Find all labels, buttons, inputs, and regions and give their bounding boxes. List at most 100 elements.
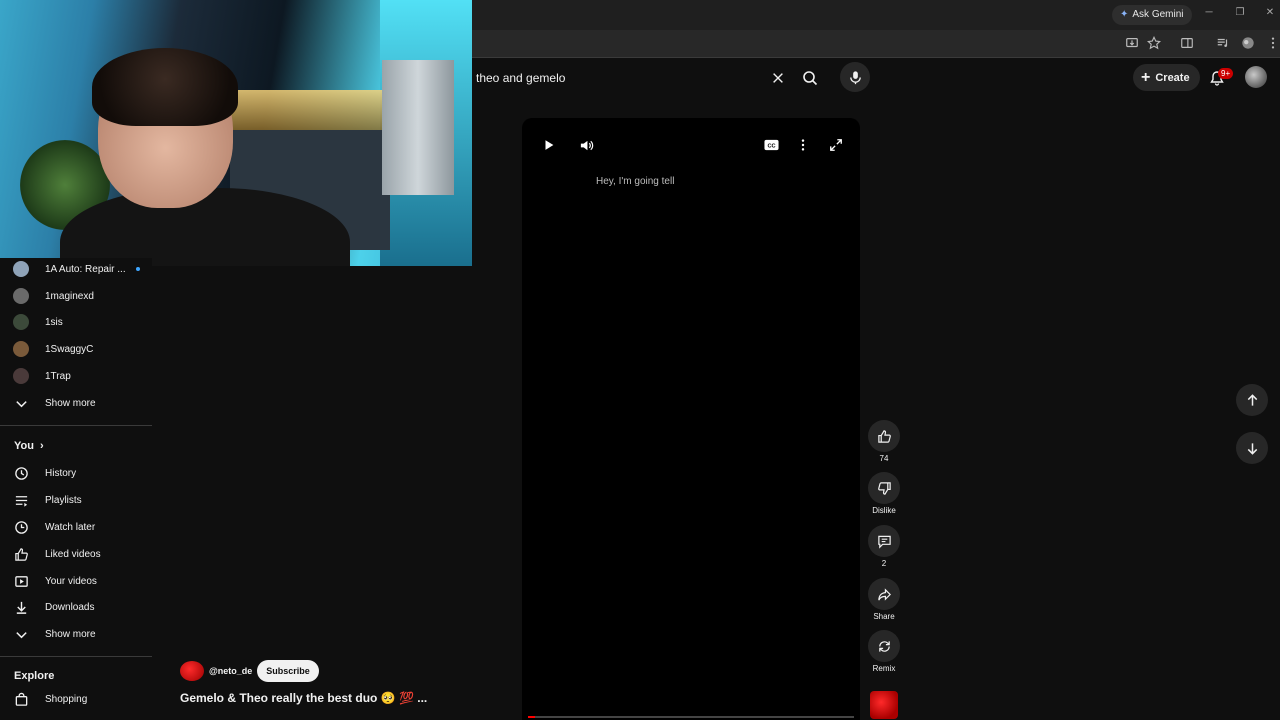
search-query-text: theo and gemelo (476, 71, 566, 85)
show-more-subscriptions-button[interactable]: Show more (0, 390, 152, 416)
thumbs-down-icon (868, 472, 900, 504)
webcam-overlay (0, 0, 472, 266)
sidebar-item-label: History (45, 467, 77, 479)
media-controls-icon[interactable] (1215, 35, 1231, 51)
install-app-icon[interactable] (1124, 35, 1140, 51)
microphone-icon[interactable] (840, 62, 870, 92)
channel-avatar (13, 314, 29, 330)
your-videos-icon (13, 573, 29, 589)
create-button[interactable]: + Create (1133, 64, 1200, 91)
like-button[interactable]: 74 (867, 420, 901, 463)
remix-label: Remix (872, 664, 896, 673)
like-count: 74 (879, 454, 889, 463)
notification-count-badge: 9+ (1218, 68, 1234, 79)
plus-icon: + (1141, 68, 1151, 86)
close-window-icon[interactable]: ✕ (1263, 7, 1277, 18)
svg-text:CC: CC (767, 143, 775, 149)
more-options-icon[interactable] (794, 134, 812, 156)
sidebar-divider (0, 425, 152, 426)
thumbs-up-icon (868, 420, 900, 452)
fullscreen-icon[interactable] (825, 134, 847, 156)
ask-gemini-button[interactable]: ✦ Ask Gemini (1112, 5, 1192, 25)
shopping-bag-icon (13, 691, 29, 707)
search-icon[interactable] (796, 64, 824, 92)
subscription-label: 1sis (45, 316, 63, 328)
sidebar-subscription-1maginexd[interactable]: 1maginexd (0, 283, 152, 309)
sidebar-item-label: Watch later (45, 521, 96, 533)
chevron-down-icon (13, 395, 29, 411)
video-title[interactable]: Gemelo & Theo really the best duo 🥺 💯 ..… (180, 691, 427, 705)
show-more-label: Show more (45, 397, 96, 409)
search-input[interactable]: theo and gemelo (472, 64, 796, 92)
channel-name[interactable]: @neto_de (209, 666, 252, 676)
dislike-label: Dislike (872, 506, 896, 515)
account-avatar[interactable] (1245, 66, 1267, 88)
show-more-label: Show more (45, 628, 96, 640)
sound-thumbnail[interactable] (870, 691, 898, 719)
comments-button[interactable]: 2 (867, 525, 901, 568)
remix-icon (868, 630, 900, 662)
profile-icon[interactable] (1240, 35, 1256, 51)
sidebar-subscription-1a-auto[interactable]: 1A Auto: Repair ... (0, 256, 152, 282)
sidebar-item-label: Playlists (45, 494, 82, 506)
playlists-icon (13, 492, 29, 508)
captions-icon[interactable]: CC (761, 136, 781, 154)
sidebar-divider (0, 656, 152, 657)
download-icon (13, 599, 29, 615)
sidebar-item-downloads[interactable]: Downloads (0, 594, 152, 620)
shorts-video-player[interactable] (522, 118, 860, 720)
browser-menu-icon[interactable] (1265, 35, 1280, 51)
sidebar-item-your-videos[interactable]: Your videos (0, 568, 152, 594)
you-heading-label: You (14, 440, 34, 452)
previous-video-button[interactable] (1236, 384, 1268, 416)
restore-icon[interactable]: ❐ (1233, 7, 1247, 18)
share-label: Share (873, 612, 895, 621)
bookmark-star-icon[interactable] (1146, 35, 1162, 51)
sidebar-subscription-1sis[interactable]: 1sis (0, 309, 152, 335)
subscription-label: 1Trap (45, 370, 71, 382)
thumbs-up-icon (13, 546, 29, 562)
chevron-down-icon (13, 626, 29, 642)
video-progress-bar[interactable] (528, 716, 854, 718)
chevron-right-icon: › (39, 440, 44, 452)
ask-gemini-label: Ask Gemini (1132, 9, 1184, 20)
sidebar-item-watch-later[interactable]: Watch later (0, 514, 152, 540)
show-more-you-button[interactable]: Show more (0, 621, 152, 647)
subscription-label: 1A Auto: Repair ... (45, 263, 126, 275)
you-section-heading[interactable]: You › (14, 440, 44, 452)
sidebar-item-label: Downloads (45, 601, 95, 613)
sidebar-item-label: Liked videos (45, 548, 101, 560)
play-icon[interactable] (538, 134, 560, 156)
subscribe-button[interactable]: Subscribe (257, 660, 319, 682)
share-icon (868, 578, 900, 610)
subscription-label: 1maginexd (45, 290, 94, 302)
dislike-button[interactable]: Dislike (867, 472, 901, 515)
history-icon (13, 465, 29, 481)
sidebar-item-label: Your videos (45, 575, 97, 587)
sidebar-subscription-1trap[interactable]: 1Trap (0, 363, 152, 389)
arrow-up-icon (1247, 393, 1257, 406)
explore-heading-label: Explore (14, 670, 55, 682)
subscription-label: 1SwaggyC (45, 343, 94, 355)
remix-button[interactable]: Remix (867, 630, 901, 673)
channel-avatar (13, 368, 29, 384)
volume-icon[interactable] (575, 134, 597, 156)
channel-avatar (13, 288, 29, 304)
watch-later-icon (13, 519, 29, 535)
create-label: Create (1155, 71, 1190, 84)
video-caption: Hey, I'm going tell (596, 176, 675, 187)
sidebar-item-history[interactable]: History (0, 460, 152, 486)
share-button[interactable]: Share (867, 578, 901, 621)
clear-search-icon[interactable] (768, 68, 788, 88)
reading-mode-icon[interactable] (1179, 35, 1195, 51)
minimize-icon[interactable]: ─ (1202, 7, 1216, 18)
sidebar-item-shopping[interactable]: Shopping (0, 686, 152, 712)
new-content-dot (135, 267, 140, 271)
comment-icon (868, 525, 900, 557)
sidebar-item-liked-videos[interactable]: Liked videos (0, 541, 152, 567)
sidebar-item-playlists[interactable]: Playlists (0, 487, 152, 513)
next-video-button[interactable] (1236, 432, 1268, 464)
channel-avatar[interactable] (180, 661, 204, 681)
explore-section-heading: Explore (14, 670, 54, 682)
sidebar-subscription-1swaggyc[interactable]: 1SwaggyC (0, 336, 152, 362)
